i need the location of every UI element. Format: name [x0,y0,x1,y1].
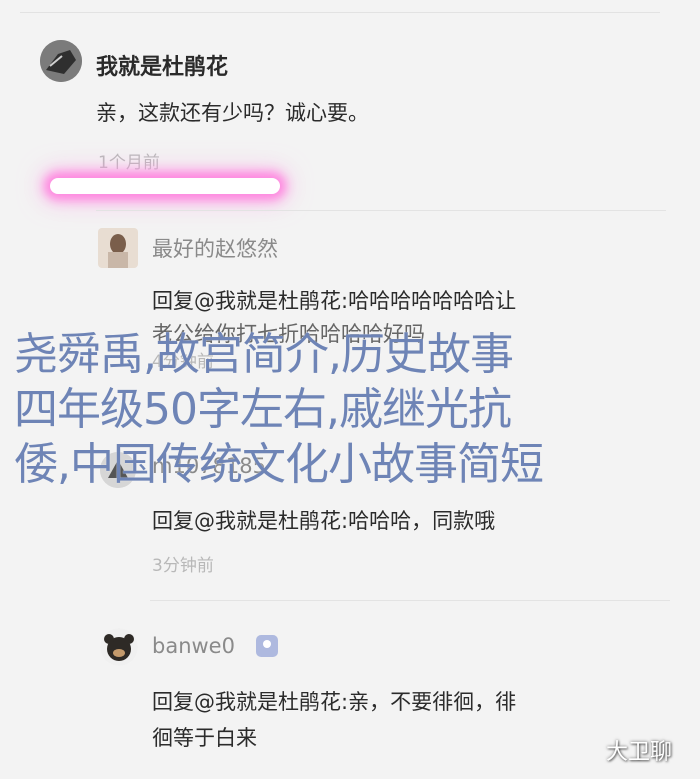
avatar-image-icon [100,628,138,666]
reply-author[interactable]: banwe0 [152,634,235,658]
reply-time: 3分钟前 [152,556,214,576]
reply-text: 回复@我就是杜鹃花:哈哈哈哈哈哈哈让 [152,289,517,313]
avatar-image-icon [98,228,138,268]
divider [20,12,660,13]
reply-text: 回复@我就是杜鹃花:亲，不要徘徊，徘 [152,690,517,714]
divider [150,600,670,601]
verified-badge-icon [256,635,278,657]
avatar[interactable] [40,40,82,82]
highlight-mark [50,178,280,194]
avatar[interactable] [100,628,138,666]
comment-time: 1个月前 [98,153,160,173]
avatar[interactable] [98,228,138,268]
avatar-image-icon [40,40,82,82]
reply-text-continued: 徊等于白来 [152,726,257,750]
comment-page: 我就是杜鹃花 亲，这款还有少吗？诚心要。 1个月前 最好的赵悠然 回复@我就是杜… [0,0,700,779]
overlay-title-line-3: 倭,中国传统文化小故事简短 [14,439,544,490]
watermark-logo: 大卫聊 [606,740,673,765]
comment-text: 亲，这款还有少吗？诚心要。 [96,101,369,125]
reply-author[interactable]: 最好的赵悠然 [152,233,278,263]
comment-author[interactable]: 我就是杜鹃花 [96,49,228,81]
reply-text: 回复@我就是杜鹃花:哈哈哈，同款哦 [152,509,496,533]
divider [96,210,666,211]
